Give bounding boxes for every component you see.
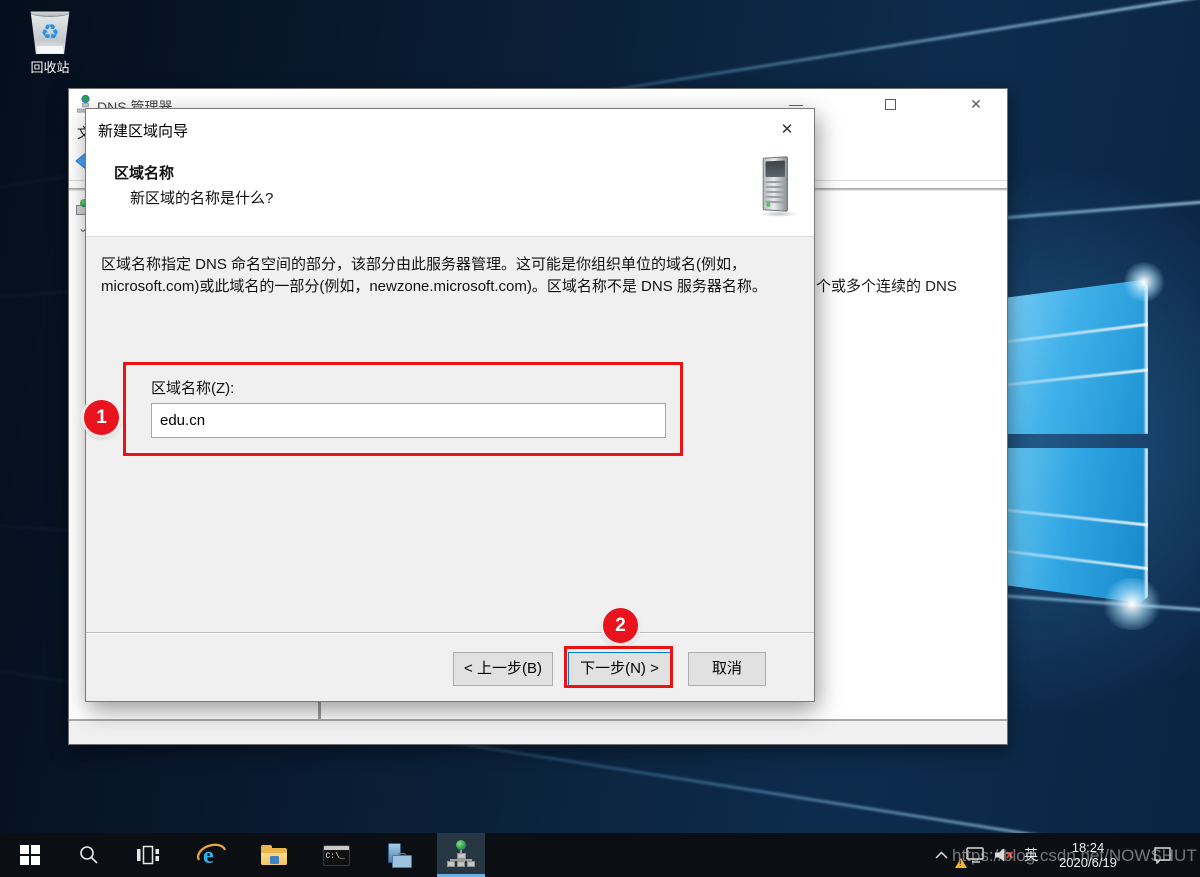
annotation-step2-badge: 2: [603, 608, 638, 643]
annotation-step1-badge: 1: [84, 400, 119, 435]
chevron-up-icon: [935, 851, 948, 859]
command-prompt-icon: C:\_: [323, 845, 350, 866]
dns-statusbar: [69, 721, 1007, 744]
wizard-subheading: 新区域的名称是什么?: [130, 187, 273, 208]
server-manager-button[interactable]: [374, 833, 422, 877]
volume-button[interactable]: [990, 833, 1018, 877]
dns-manager-icon: [447, 840, 475, 867]
wizard-heading: 区域名称: [114, 162, 174, 183]
cancel-button[interactable]: 取消: [688, 652, 766, 686]
task-view-button[interactable]: [124, 833, 172, 877]
volume-muted-icon: [993, 846, 1015, 864]
network-status-button[interactable]: [958, 833, 990, 877]
server-tower-icon: [756, 155, 802, 217]
command-prompt-button[interactable]: C:\_: [312, 833, 360, 877]
dns-background-text: 个或多个连续的 DNS: [816, 275, 957, 296]
wizard-title: 新建区域向导: [98, 120, 188, 141]
clock-time: 18:24: [1072, 840, 1105, 855]
annotation-rect-next-button: [564, 646, 673, 688]
task-view-icon: [136, 845, 160, 865]
language-indicator[interactable]: 英: [1016, 833, 1046, 877]
wizard-header: 区域名称 新区域的名称是什么?: [86, 149, 814, 237]
search-button[interactable]: [65, 833, 113, 877]
clock-date: 2020/6/19: [1059, 855, 1117, 870]
recycle-glyph: ♻: [28, 20, 72, 45]
internet-explorer-button[interactable]: e: [188, 833, 236, 877]
windows-logo-icon: [20, 845, 40, 865]
maximize-icon: [885, 99, 896, 110]
action-center-icon: [1153, 846, 1172, 864]
recycle-bin-icon: ♻: [28, 8, 72, 54]
dns-manager-taskbar-button[interactable]: [437, 833, 485, 877]
file-explorer-button[interactable]: [250, 833, 298, 877]
maximize-button[interactable]: [867, 89, 913, 119]
taskbar: e C:\_: [0, 833, 1200, 877]
button-row-separator: [86, 632, 814, 634]
recycle-bin-label: 回收站: [22, 57, 78, 76]
internet-explorer-icon: e: [197, 841, 227, 869]
start-button[interactable]: [6, 833, 54, 877]
wizard-titlebar[interactable]: 新建区域向导 ✕: [86, 109, 814, 149]
server-manager-icon: [385, 843, 412, 868]
corner-flare: [1100, 578, 1164, 630]
close-button[interactable]: ✕: [953, 89, 999, 119]
back-button[interactable]: < 上一步(B): [453, 652, 553, 686]
recycle-bin-shortcut[interactable]: ♻ 回收站: [22, 8, 78, 76]
tray-chevron-button[interactable]: [928, 833, 954, 877]
annotation-rect-zone-name: [123, 362, 683, 456]
corner-flare: [1122, 262, 1166, 302]
folder-icon: [261, 845, 287, 865]
clock[interactable]: 18:24 2020/6/19: [1048, 833, 1128, 877]
network-warning-icon: [955, 858, 967, 868]
pane-splitter[interactable]: [318, 701, 321, 721]
search-icon: [78, 844, 100, 866]
wizard-description: 区域名称指定 DNS 命名空间的部分，该部分由此服务器管理。这可能是你组织单位的…: [101, 254, 789, 297]
action-center-button[interactable]: [1144, 833, 1180, 877]
wizard-close-button[interactable]: ✕: [764, 109, 810, 149]
